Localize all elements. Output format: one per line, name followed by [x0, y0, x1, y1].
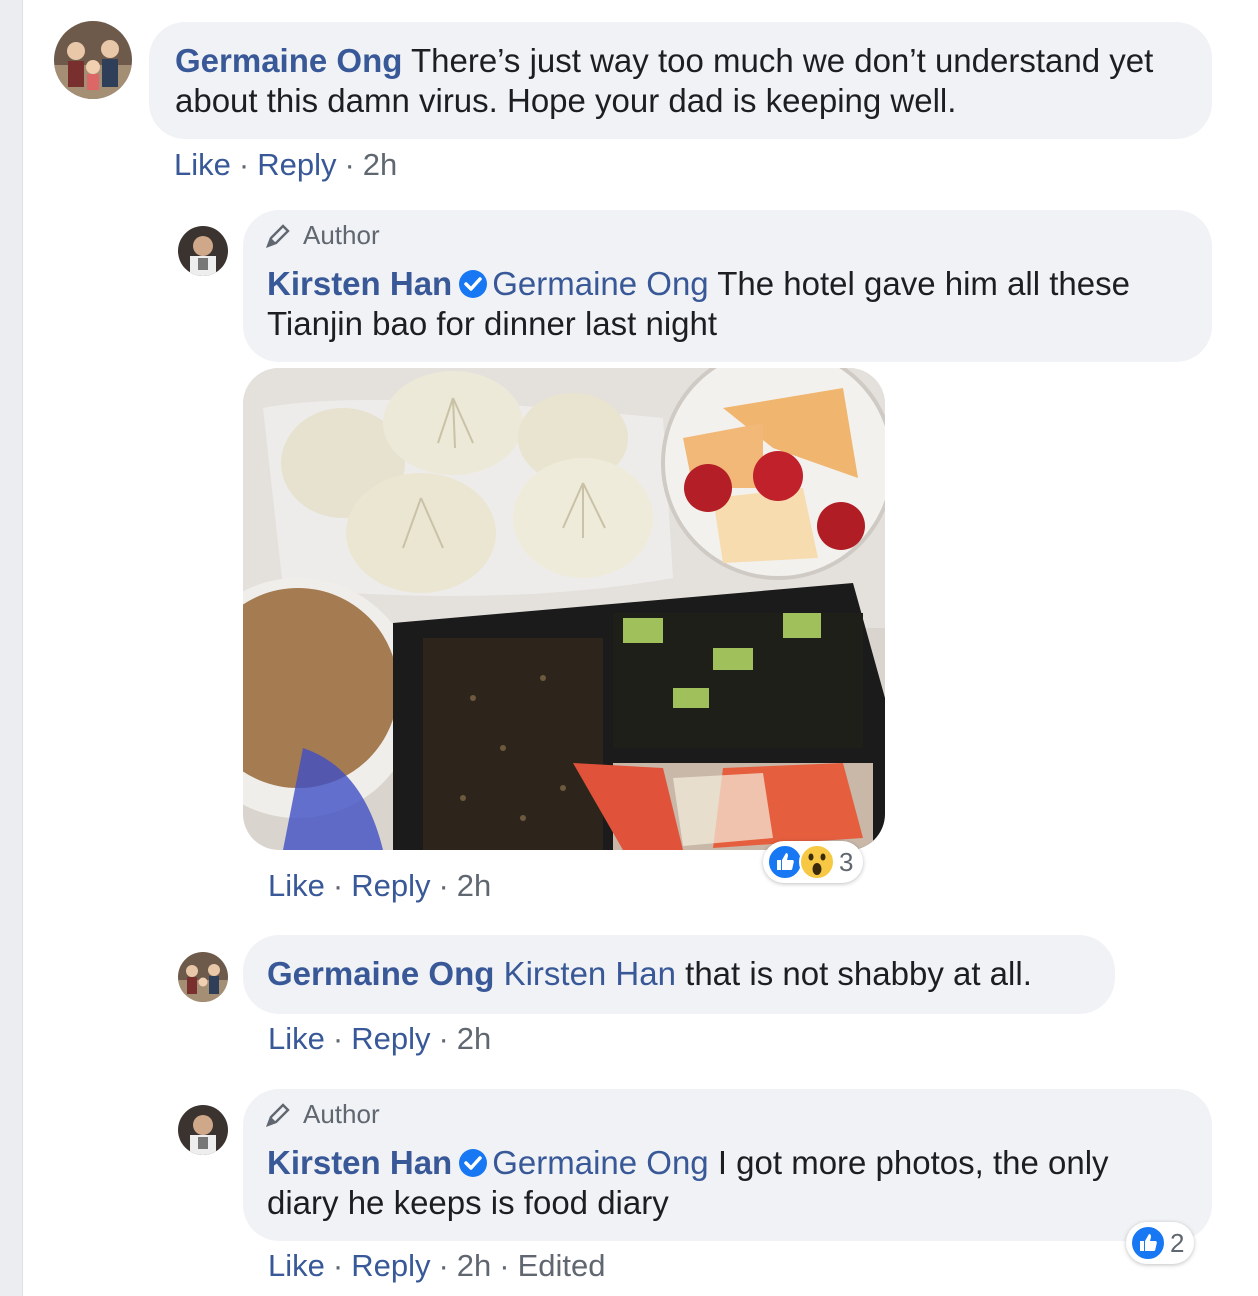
author-badge: Author	[263, 1099, 380, 1130]
like-button[interactable]: Like	[268, 1248, 325, 1283]
comment-timestamp[interactable]: 2h	[457, 1021, 491, 1056]
comment-actions: Like · Reply · 2h	[174, 147, 398, 182]
like-icon	[767, 844, 803, 880]
comment-author[interactable]: Germaine Ong	[175, 42, 402, 79]
comment-bubble: Germaine Ong Kirsten Han that is not sha…	[243, 935, 1115, 1014]
avatar-germaine-ong[interactable]	[178, 952, 228, 1002]
comment-actions: Like · Reply · 2h	[268, 1021, 492, 1056]
reaction-count: 3	[839, 846, 854, 877]
reply-button[interactable]: Reply	[351, 868, 430, 903]
wow-icon	[799, 844, 835, 880]
like-icon	[1130, 1225, 1166, 1261]
like-button[interactable]: Like	[268, 1021, 325, 1056]
comment-bubble: Author Kirsten Han Germaine Ong The hotel…	[243, 210, 1212, 362]
reply-button[interactable]: Reply	[351, 1021, 430, 1056]
pencil-icon	[265, 1102, 290, 1127]
left-rail	[0, 0, 23, 1296]
comment-author[interactable]: Kirsten Han	[267, 265, 452, 302]
edited-label[interactable]: Edited	[518, 1248, 606, 1283]
comment-timestamp[interactable]: 2h	[363, 147, 397, 182]
avatar-germaine-ong[interactable]	[54, 21, 132, 99]
comment-bubble: Germaine Ong There’s just way too much w…	[149, 22, 1212, 139]
comment-author[interactable]: Germaine Ong	[267, 955, 494, 992]
comment-text: that is not shabby at all.	[685, 955, 1032, 992]
reaction-count: 2	[1170, 1227, 1185, 1258]
comment-timestamp[interactable]: 2h	[457, 868, 491, 903]
reply-button[interactable]: Reply	[257, 147, 336, 182]
comment-author[interactable]: Kirsten Han	[267, 1144, 452, 1181]
pencil-icon	[265, 223, 290, 248]
comment-actions: Like · Reply · 2h	[268, 868, 492, 903]
comment-bubble: Author Kirsten Han Germaine Ong I got mor…	[243, 1089, 1212, 1241]
like-button[interactable]: Like	[268, 868, 325, 903]
mention-link[interactable]: Kirsten Han	[504, 955, 676, 992]
comment-actions: Like · Reply · 2h · Edited	[268, 1248, 606, 1283]
comment-timestamp[interactable]: 2h	[457, 1248, 491, 1283]
verified-badge-icon	[459, 1149, 488, 1177]
reaction-summary[interactable]: 3	[763, 841, 864, 883]
verified-badge-icon	[459, 270, 488, 298]
comment-photo[interactable]	[243, 368, 885, 850]
mention-link[interactable]: Germaine Ong	[492, 265, 708, 302]
reply-button[interactable]: Reply	[351, 1248, 430, 1283]
like-button[interactable]: Like	[174, 147, 231, 182]
author-badge: Author	[263, 220, 380, 251]
avatar-kirsten-han[interactable]	[178, 226, 228, 276]
avatar-kirsten-han[interactable]	[178, 1105, 228, 1155]
mention-link[interactable]: Germaine Ong	[492, 1144, 708, 1181]
reaction-summary[interactable]: 2	[1126, 1222, 1195, 1264]
